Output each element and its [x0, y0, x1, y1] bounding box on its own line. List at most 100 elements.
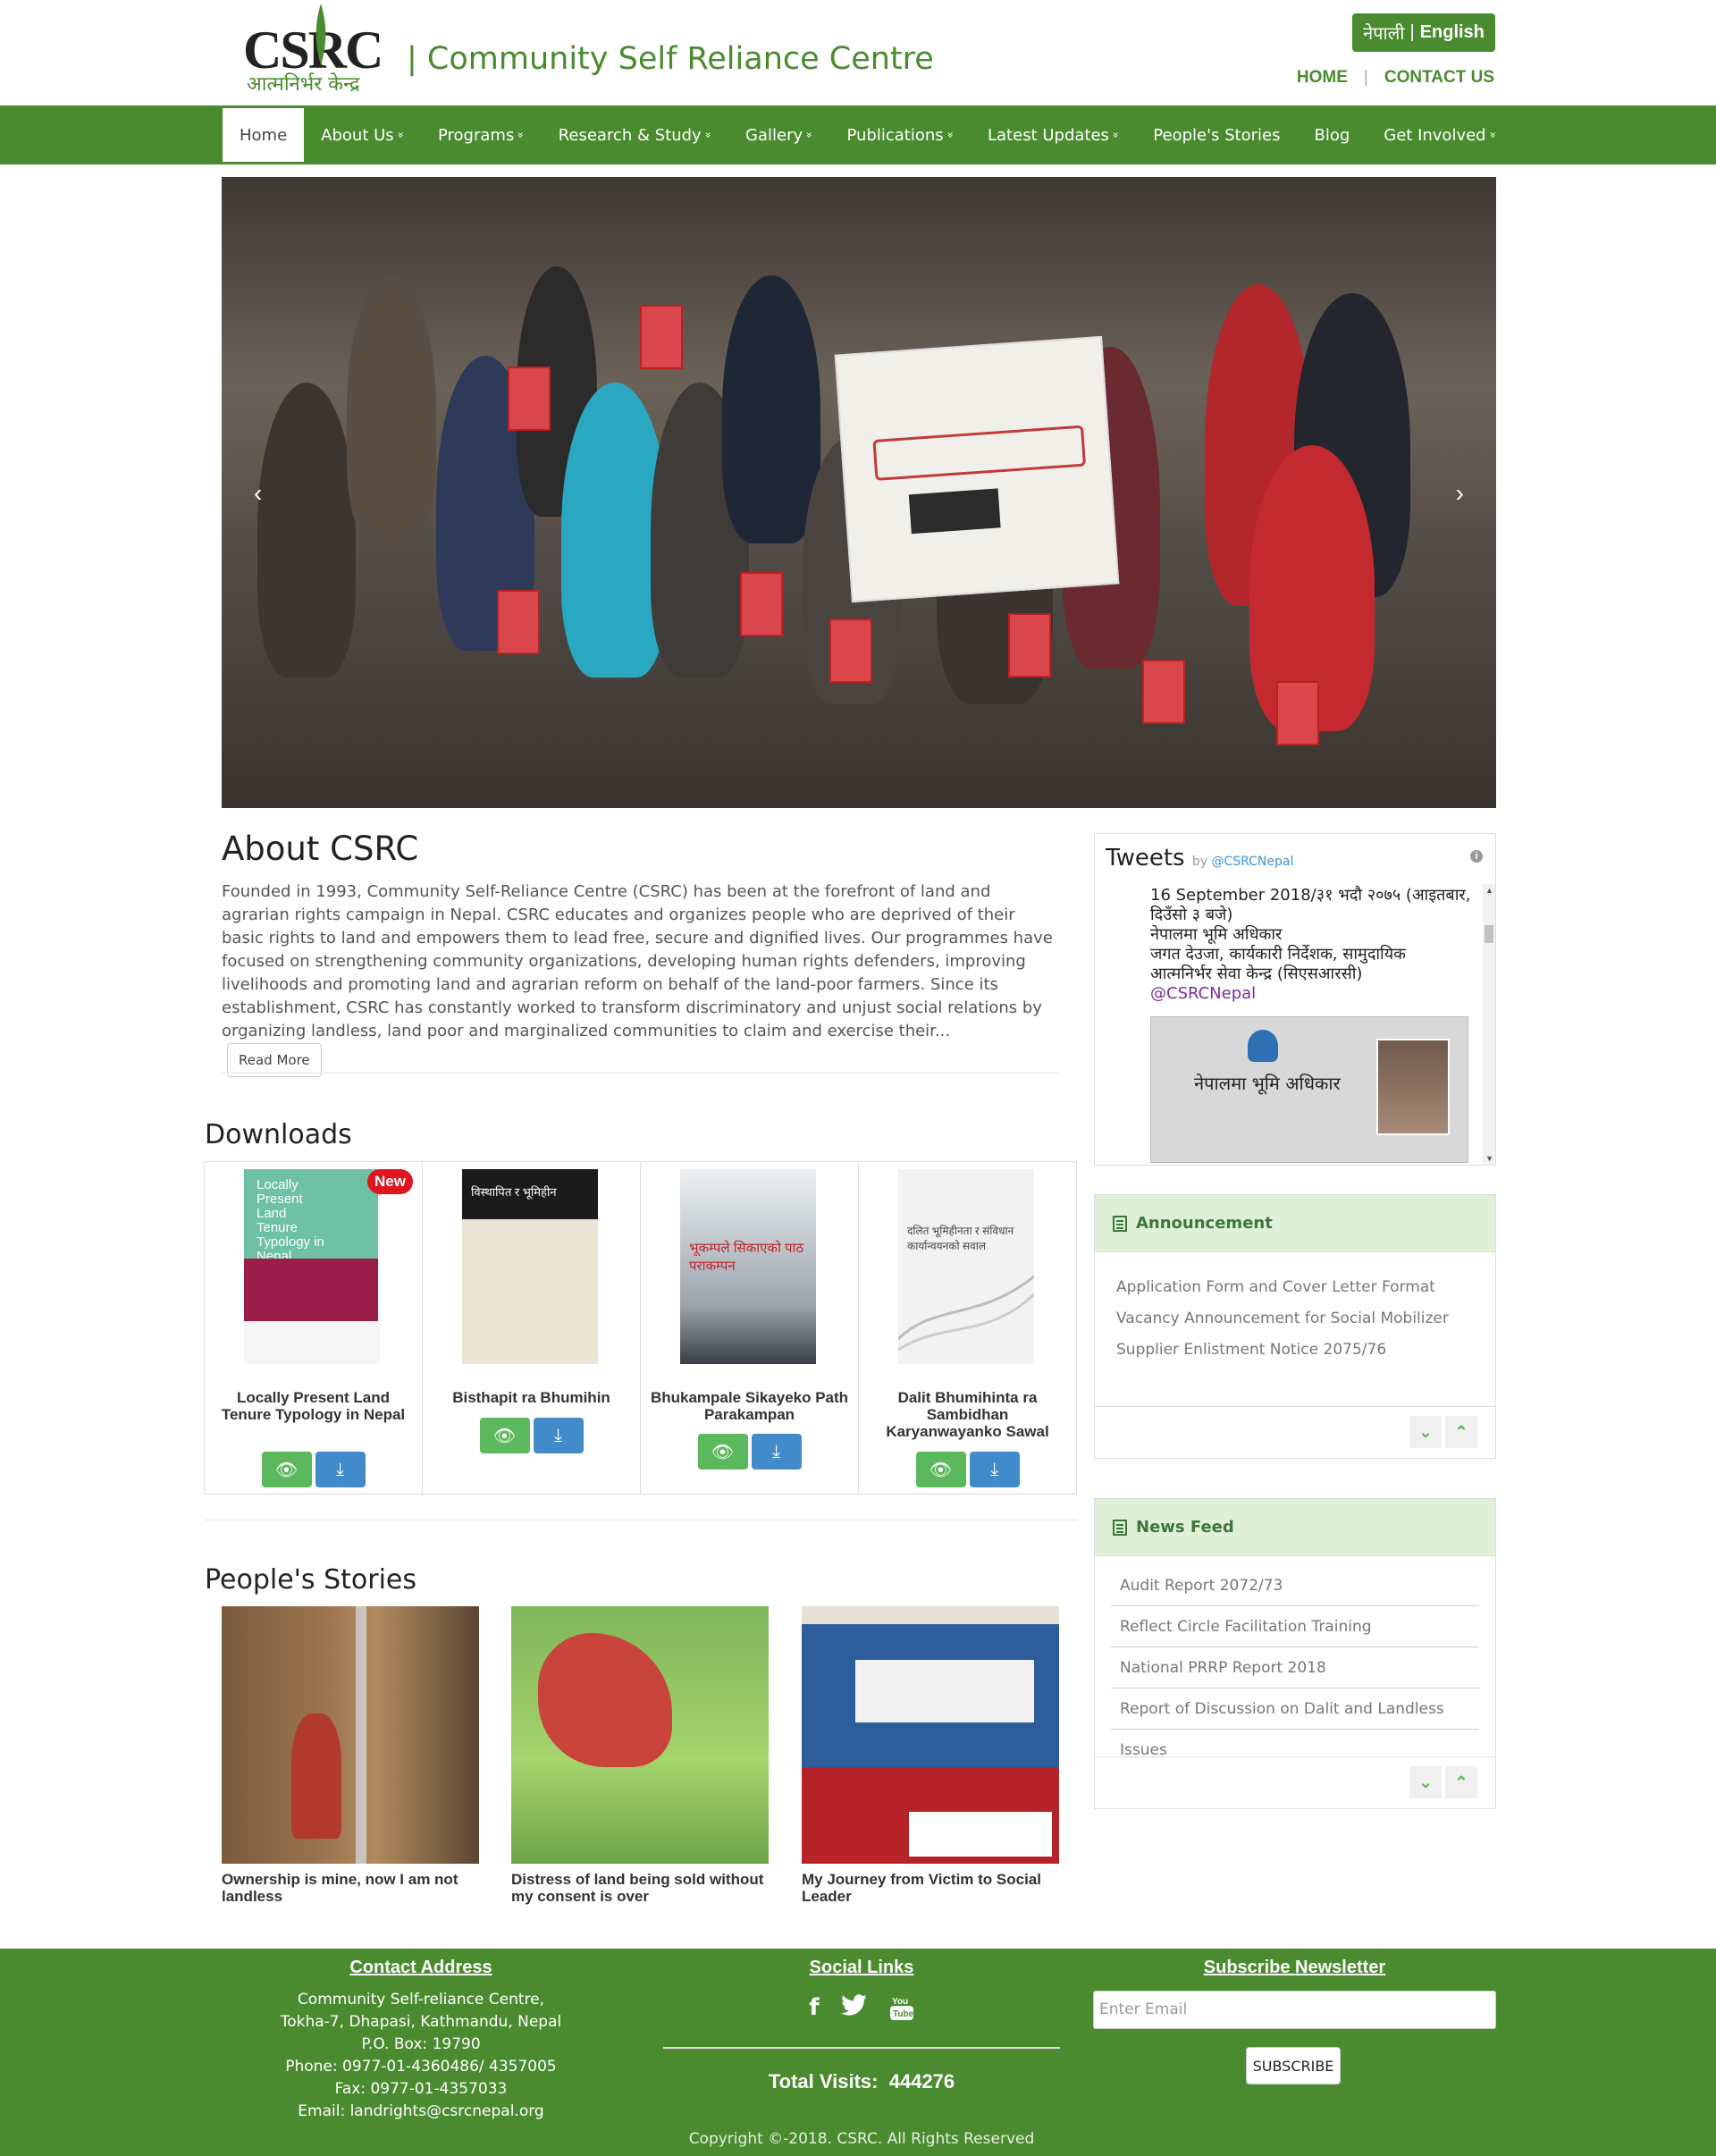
tweets-title: Tweets	[1106, 845, 1185, 872]
address-line: P.O. Box: 19790	[361, 2035, 481, 2053]
stories-title: People's Stories	[205, 1564, 416, 1596]
slide-book	[829, 619, 872, 683]
about-body: Founded in 1993, Community Self-Reliance…	[222, 882, 1053, 1040]
nav-item-research-study[interactable]: Research & Study»	[542, 108, 728, 162]
slider-prev-icon[interactable]: ‹	[254, 479, 262, 508]
story-caption[interactable]: My Journey from Victim to Social Leader	[802, 1871, 1059, 1905]
news-feed-panel: News Feed Audit Report 2072/73 Reflect C…	[1094, 1498, 1496, 1809]
announcement-item[interactable]: Vacancy Announcement for Social Mobilize…	[1116, 1303, 1474, 1335]
download-title[interactable]: Dalit Bhumihinta ra Sambidhan Karyanwaya…	[868, 1389, 1067, 1440]
lang-nepali[interactable]: नेपाली	[1363, 21, 1404, 45]
story-caption[interactable]: Distress of land being sold without my c…	[511, 1871, 769, 1905]
news-item[interactable]: Report of Discussion on Dalit and Landle…	[1111, 1689, 1479, 1759]
news-item[interactable]: Reflect Circle Facilitation Training	[1111, 1606, 1479, 1647]
publication-cover[interactable]: Locally Present Land Tenure Typology in …	[244, 1169, 380, 1364]
nav-item-about-us[interactable]: About Us»	[304, 108, 421, 162]
slide-book	[508, 366, 551, 431]
story-image[interactable]	[511, 1606, 769, 1864]
slide-person	[722, 275, 820, 543]
facebook-icon[interactable]: f	[809, 1994, 819, 2021]
tweets-header: Tweets by @CSRCNepal	[1106, 845, 1293, 872]
download-title[interactable]: Bisthapit ra Bhumihin	[432, 1389, 631, 1406]
publication-cover[interactable]: भूकम्पले सिकाएको पाठ पराकम्पन	[680, 1169, 816, 1364]
contact-column: Contact Address Community Self-reliance …	[222, 1958, 620, 2123]
story-caption[interactable]: Ownership is mine, now I am not landless	[222, 1871, 479, 1905]
scroll-down-icon[interactable]: ▼	[1485, 1154, 1493, 1163]
youtube-icon[interactable]: You Tube	[889, 1994, 914, 2021]
download-title[interactable]: Bhukampale Sikayeko Path Parakampan	[650, 1389, 849, 1423]
nav-item-label: Get Involved	[1384, 125, 1486, 145]
tweet-image[interactable]: नेपालमा भूमि अधिकार	[1150, 1016, 1468, 1163]
tweets-widget[interactable]: Tweets by @CSRCNepal i 16 September 2018…	[1094, 833, 1496, 1166]
nav-item-blog[interactable]: Blog	[1297, 108, 1367, 162]
story-image[interactable]	[222, 1606, 479, 1864]
publication-cover[interactable]: दलित भूमिहीनता र संविधान कार्यान्वयनको स…	[898, 1169, 1034, 1364]
story-card[interactable]: Ownership is mine, now I am not landless	[222, 1606, 479, 1905]
cover-band	[244, 1259, 378, 1321]
home-link[interactable]: HOME	[1297, 68, 1348, 88]
lang-english[interactable]: English	[1420, 22, 1485, 43]
announcement-item[interactable]: Application Form and Cover Letter Format	[1116, 1272, 1474, 1303]
story-card[interactable]: Distress of land being sold without my c…	[511, 1606, 769, 1905]
svg-text:Tube: Tube	[893, 2009, 914, 2019]
nav-item-home[interactable]: Home	[223, 108, 305, 162]
twitter-icon[interactable]	[840, 1994, 868, 2017]
news-feed-title: News Feed	[1136, 1518, 1234, 1537]
download-icon[interactable]: ⤓	[969, 1452, 1020, 1487]
story-image[interactable]	[802, 1606, 1059, 1864]
chevron-up-icon[interactable]: ⌃	[1445, 1416, 1477, 1448]
eye-icon[interactable]: 👁	[261, 1452, 312, 1487]
downloads-title: Downloads	[205, 1119, 352, 1150]
chevron-down-icon[interactable]: ⌄	[1409, 1766, 1442, 1798]
publication-cover[interactable]: विस्थापित र भूमिहीन	[462, 1169, 598, 1364]
nav-item-get-involved[interactable]: Get Involved»	[1367, 108, 1513, 162]
eye-icon[interactable]: 👁	[479, 1418, 530, 1453]
chevron-down-icon: »	[702, 131, 715, 139]
info-icon[interactable]: i	[1470, 850, 1483, 863]
tweet-line: जगत देउजा, कार्यकारी निर्देशक, सामुदायिक…	[1150, 945, 1406, 983]
slide-book	[1142, 660, 1185, 724]
portrait-image	[1376, 1039, 1450, 1135]
top-links: HOME | CONTACT US	[1297, 68, 1494, 88]
hero-slider[interactable]: ‹ ›	[222, 177, 1496, 808]
contact-us-link[interactable]: CONTACT US	[1384, 68, 1494, 88]
tweets-handle-link[interactable]: @CSRCNepal	[1211, 855, 1293, 869]
email-input[interactable]: Enter Email	[1093, 1991, 1496, 2029]
download-icon[interactable]: ⤓	[315, 1452, 366, 1487]
chevron-up-icon[interactable]: ⌃	[1445, 1766, 1477, 1798]
announcement-header: Announcement	[1095, 1195, 1495, 1252]
address-line[interactable]: Email: landrights@csrcnepal.org	[222, 2101, 620, 2123]
nav-item-gallery[interactable]: Gallery»	[728, 108, 829, 162]
announcement-item[interactable]: Supplier Enlistment Notice 2075/76	[1116, 1335, 1474, 1366]
news-item[interactable]: National PRRP Report 2018	[1111, 1647, 1479, 1689]
slide-person	[347, 275, 436, 543]
nav-item-people-s-stories[interactable]: People's Stories	[1136, 108, 1297, 162]
copyright: Copyright ©-2018. CSRC. All Rights Reser…	[688, 2130, 1035, 2148]
tweet-handle[interactable]: @CSRCNepal	[1150, 984, 1472, 1004]
scroll-up-icon[interactable]: ▲	[1485, 886, 1493, 895]
eye-icon[interactable]: 👁	[697, 1434, 748, 1470]
nav-item-label: Publications	[846, 125, 944, 145]
chevron-down-icon[interactable]: ⌄	[1409, 1416, 1442, 1448]
story-card[interactable]: My Journey from Victim to Social Leader	[802, 1606, 1059, 1905]
poster	[855, 1660, 1034, 1722]
download-title[interactable]: Locally Present Land Tenure Typology in …	[214, 1389, 413, 1423]
slider-next-icon[interactable]: ›	[1456, 479, 1464, 508]
nav-item-latest-updates[interactable]: Latest Updates»	[971, 108, 1136, 162]
language-switch[interactable]: नेपाली | English	[1352, 13, 1495, 52]
nav-item-publications[interactable]: Publications»	[829, 108, 971, 162]
download-actions: 👁 ⤓	[859, 1452, 1076, 1487]
nav-item-programs[interactable]: Programs»	[421, 108, 542, 162]
subscribe-button[interactable]: SUBSCRIBE	[1246, 2047, 1341, 2084]
list-icon	[1113, 1215, 1127, 1232]
eye-icon[interactable]: 👁	[915, 1452, 966, 1487]
news-item[interactable]: Audit Report 2072/73	[1111, 1565, 1479, 1606]
nav-item-label: About Us	[321, 125, 394, 145]
tweets-by: by @CSRCNepal	[1192, 855, 1294, 869]
download-icon[interactable]: ⤓	[751, 1434, 802, 1470]
chevron-down-icon: »	[944, 131, 957, 139]
tweets-scrollbar[interactable]: ▲ ▼	[1483, 884, 1495, 1165]
tent-top	[802, 1606, 1059, 1624]
scrollbar-thumb[interactable]	[1485, 925, 1493, 943]
download-icon[interactable]: ⤓	[533, 1418, 584, 1453]
